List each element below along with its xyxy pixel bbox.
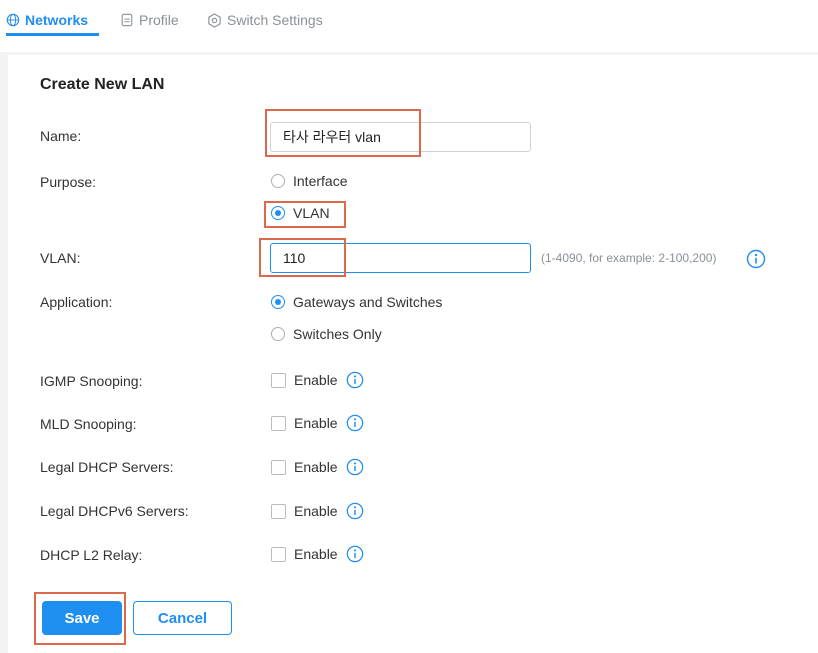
tab-switch-settings-label: Switch Settings — [227, 12, 323, 28]
checkbox[interactable] — [271, 503, 286, 519]
info-icon[interactable] — [346, 414, 364, 432]
cancel-button[interactable]: Cancel — [133, 601, 232, 635]
application-label: Application: — [40, 294, 113, 310]
top-nav: Networks Profile Switch Settings — [0, 0, 818, 52]
enable-label: Enable — [294, 459, 338, 475]
enable-label: Enable — [294, 372, 338, 388]
radio-button-selected[interactable] — [271, 295, 285, 309]
igmp-snooping-label: IGMP Snooping: — [40, 373, 143, 389]
checkbox[interactable] — [271, 415, 286, 431]
globe-icon — [6, 13, 20, 27]
tab-profile-label: Profile — [139, 12, 179, 28]
name-highlight-box — [265, 109, 421, 157]
legal-dhcp-servers-checkbox[interactable]: Enable — [271, 458, 364, 476]
legal-dhcp-servers-label: Legal DHCP Servers: — [40, 459, 174, 475]
legal-dhcpv6-servers-label: Legal DHCPv6 Servers: — [40, 503, 189, 519]
vlan-radio-highlight-box — [264, 201, 346, 228]
info-icon[interactable] — [346, 545, 364, 563]
gear-icon — [208, 12, 221, 28]
info-icon[interactable] — [346, 371, 364, 389]
save-highlight-box — [34, 592, 126, 645]
dhcp-l2-relay-checkbox[interactable]: Enable — [271, 545, 364, 563]
igmp-snooping-checkbox[interactable]: Enable — [271, 371, 364, 389]
dhcp-l2-relay-label: DHCP L2 Relay: — [40, 547, 143, 563]
legal-dhcpv6-servers-checkbox[interactable]: Enable — [271, 502, 364, 520]
checkbox[interactable] — [271, 459, 286, 475]
purpose-label: Purpose: — [40, 174, 97, 190]
application-switches-label: Switches Only — [293, 326, 382, 342]
enable-label: Enable — [294, 503, 338, 519]
tab-profile[interactable]: Profile — [120, 10, 179, 30]
mld-snooping-label: MLD Snooping: — [40, 416, 137, 432]
active-tab-indicator — [6, 33, 99, 36]
tab-networks-label: Networks — [25, 12, 89, 28]
application-gateways-label: Gateways and Switches — [293, 294, 443, 310]
enable-label: Enable — [294, 546, 338, 562]
form-title: Create New LAN — [40, 76, 165, 93]
info-icon[interactable] — [346, 458, 364, 476]
name-label: Name: — [40, 128, 82, 144]
radio-button[interactable] — [271, 174, 285, 188]
checkbox[interactable] — [271, 372, 286, 388]
profile-icon — [121, 13, 133, 27]
radio-button[interactable] — [271, 327, 285, 341]
purpose-interface-radio[interactable]: Interface — [271, 173, 347, 189]
enable-label: Enable — [294, 415, 338, 431]
info-icon[interactable] — [346, 502, 364, 520]
purpose-interface-label: Interface — [293, 173, 348, 189]
tab-networks[interactable]: Networks — [6, 10, 88, 30]
info-icon[interactable] — [746, 249, 766, 269]
vlan-hint: (1-4090, for example: 2-100,200) — [541, 251, 717, 265]
application-switches-radio[interactable]: Switches Only — [271, 326, 382, 342]
application-gateways-radio[interactable]: Gateways and Switches — [271, 294, 442, 310]
mld-snooping-checkbox[interactable]: Enable — [271, 414, 364, 432]
vlan-label: VLAN: — [40, 250, 81, 266]
checkbox[interactable] — [271, 546, 286, 562]
tab-switch-settings[interactable]: Switch Settings — [207, 10, 323, 30]
vlan-input-highlight-box — [259, 238, 346, 277]
